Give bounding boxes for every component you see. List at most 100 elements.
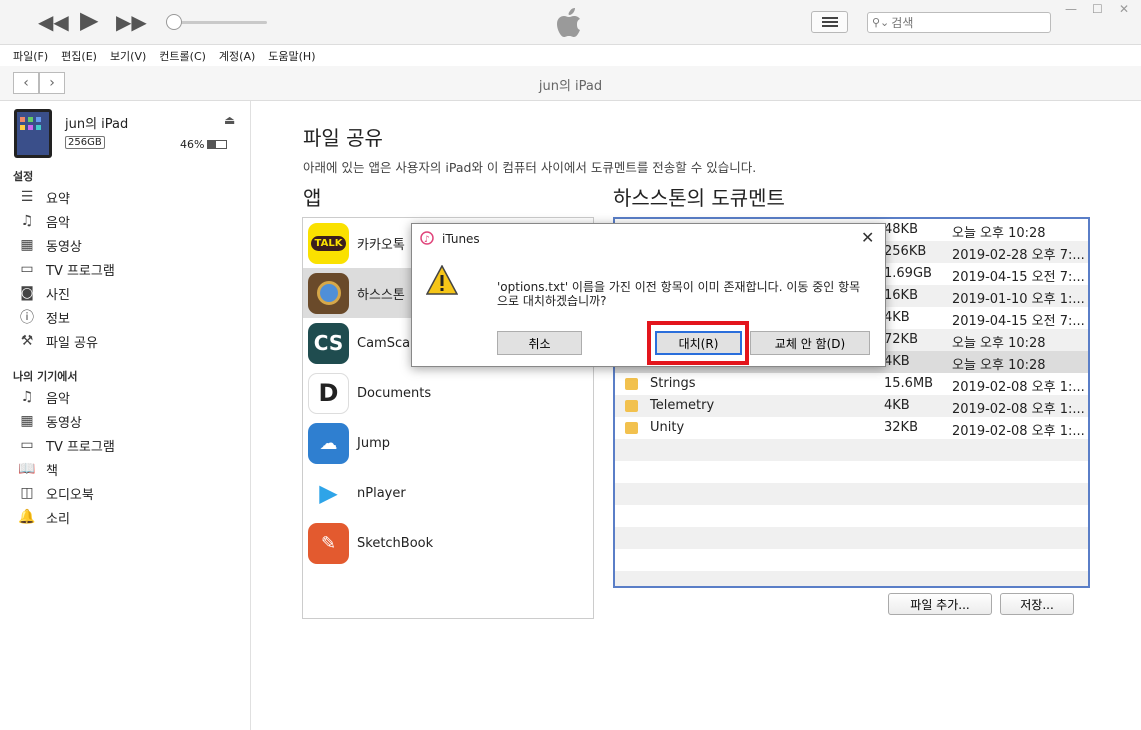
empty-row xyxy=(615,527,1088,549)
summary-icon: ☰ xyxy=(20,189,34,205)
document-size: 32KB xyxy=(884,420,918,435)
document-date: 오늘 오후 10:28 xyxy=(952,226,1046,241)
search-icon: ⚲⌄ xyxy=(872,16,890,29)
empty-row xyxy=(615,483,1088,505)
highlight-box xyxy=(647,321,749,365)
document-size: 48KB xyxy=(884,222,918,237)
menu-account[interactable]: 계정(A) xyxy=(219,48,255,64)
page-description: 아래에 있는 앱은 사용자의 iPad와 이 컴퓨터 사이에서 도큐멘트를 전송… xyxy=(303,160,757,175)
sidebar-item-summary[interactable]: ☰ 요약 xyxy=(18,186,70,208)
document-date: 2019-02-08 오후 1:... xyxy=(952,402,1085,417)
tv-icon: ▭ xyxy=(20,261,34,277)
sidebar-item-file-sharing[interactable]: ⚒ 파일 공유 xyxy=(18,330,98,352)
search-field[interactable]: ⚲⌄ xyxy=(867,12,1051,33)
folder-icon xyxy=(625,378,638,390)
sidebar-item-label: 동영상 xyxy=(46,239,82,255)
play-icon[interactable]: ▶ xyxy=(80,8,98,32)
document-date: 2019-04-15 오전 7:... xyxy=(952,270,1085,285)
sketchbook-icon: ✎ xyxy=(308,522,349,564)
document-date: 2019-02-08 오후 1:... xyxy=(952,424,1085,439)
info-icon: ⓘ xyxy=(20,310,34,326)
menu-edit[interactable]: 편집(E) xyxy=(61,48,97,64)
volume-slider-knob[interactable] xyxy=(166,14,182,30)
menu-view[interactable]: 보기(V) xyxy=(110,48,146,64)
sidebar-item-device-books[interactable]: 📖 책 xyxy=(18,458,58,480)
sidebar-item-label: 소리 xyxy=(46,511,70,527)
music-note-icon: ♫ xyxy=(20,389,34,405)
app-name: Documents xyxy=(357,385,432,401)
sidebar-item-device-movies[interactable]: ▦ 동영상 xyxy=(18,410,82,432)
save-button[interactable]: 저장... xyxy=(1000,593,1074,615)
camscanner-icon: CS xyxy=(308,322,349,364)
app-name: Jump xyxy=(357,435,390,451)
device-capacity-badge: 256GB xyxy=(65,136,105,149)
sidebar-item-label: 오디오북 xyxy=(46,487,94,503)
close-icon[interactable]: ✕ xyxy=(861,228,874,247)
sidebar-item-device-tones[interactable]: 🔔 소리 xyxy=(18,506,70,528)
minimize-icon[interactable]: — xyxy=(1065,2,1077,16)
cancel-button[interactable]: 취소 xyxy=(497,331,582,355)
warning-icon xyxy=(426,265,458,295)
document-size: 4KB xyxy=(884,398,910,413)
sidebar-item-label: 동영상 xyxy=(46,415,82,431)
document-name: Unity xyxy=(650,420,685,435)
volume-slider[interactable] xyxy=(174,21,267,24)
device-name: jun의 iPad xyxy=(65,117,129,132)
dont-replace-button[interactable]: 교체 안 함(D) xyxy=(750,331,870,355)
document-size: 4KB xyxy=(884,310,910,325)
documents-header: 하스스톤의 도큐멘트 xyxy=(613,186,785,210)
eject-icon[interactable]: ⏏ xyxy=(224,113,235,127)
document-date: 2019-01-10 오후 1:... xyxy=(952,292,1085,307)
file-sharing-icon: ⚒ xyxy=(20,333,34,349)
sidebar-item-tv[interactable]: ▭ TV 프로그램 xyxy=(18,258,115,280)
menu-controls[interactable]: 컨트롤(C) xyxy=(159,48,206,64)
sidebar-item-music[interactable]: ♫ 음악 xyxy=(18,210,70,232)
book-icon: 📖 xyxy=(18,461,36,477)
close-window-icon[interactable]: ✕ xyxy=(1119,2,1129,16)
document-size: 256KB xyxy=(884,244,927,259)
music-note-icon: ♫ xyxy=(20,213,34,229)
maximize-icon[interactable]: ☐ xyxy=(1092,2,1103,16)
sidebar-item-label: TV 프로그램 xyxy=(46,263,115,279)
navigation-bar: ‹ › jun의 iPad xyxy=(0,66,1141,101)
sidebar-item-photos[interactable]: ◙ 사진 xyxy=(18,282,70,304)
add-file-button[interactable]: 파일 추가... xyxy=(888,593,992,615)
sidebar-item-device-music[interactable]: ♫ 음악 xyxy=(18,386,70,408)
menu-bar: 파일(F) 편집(E) 보기(V) 컨트롤(C) 계정(A) 도움말(H) xyxy=(0,45,1141,66)
list-view-button[interactable] xyxy=(811,11,848,33)
fast-forward-icon[interactable]: ▶▶ xyxy=(116,10,147,34)
document-row[interactable]: Strings 15.6MB 2019-02-08 오후 1:... xyxy=(615,373,1088,395)
sidebar-item-label: TV 프로그램 xyxy=(46,439,115,455)
app-name: 하스스톤 xyxy=(357,287,405,303)
rewind-icon[interactable]: ◀◀ xyxy=(38,10,69,34)
menu-file[interactable]: 파일(F) xyxy=(13,48,48,64)
document-row[interactable]: Telemetry 4KB 2019-02-08 오후 1:... xyxy=(615,395,1088,417)
sidebar-item-device-tv[interactable]: ▭ TV 프로그램 xyxy=(18,434,115,456)
list-icon xyxy=(821,17,838,27)
app-row-jump[interactable]: ☁ Jump xyxy=(303,418,593,468)
sidebar-item-info[interactable]: ⓘ 정보 xyxy=(18,306,70,328)
sidebar-item-label: 음악 xyxy=(46,391,70,407)
jump-icon: ☁ xyxy=(308,422,349,464)
sidebar-item-label: 파일 공유 xyxy=(46,335,98,351)
menu-help[interactable]: 도움말(H) xyxy=(268,48,315,64)
sidebar-item-label: 정보 xyxy=(46,311,70,327)
document-date: 오늘 오후 10:28 xyxy=(952,358,1046,373)
sidebar-item-device-audiobooks[interactable]: ◫ 오디오북 xyxy=(18,482,94,504)
dialog-title: iTunes xyxy=(442,232,480,246)
sidebar-item-label: 요약 xyxy=(46,191,70,207)
apple-logo-icon xyxy=(557,8,580,37)
app-row-sketchbook[interactable]: ✎ SketchBook xyxy=(303,518,593,568)
app-row-nplayer[interactable]: ▶ nPlayer xyxy=(303,468,593,518)
sidebar-item-movies[interactable]: ▦ 동영상 xyxy=(18,234,82,256)
ipad-device-icon xyxy=(14,109,52,158)
document-date: 오늘 오후 10:28 xyxy=(952,336,1046,351)
itunes-icon: ♪ xyxy=(420,231,434,245)
on-device-header: 나의 기기에서 xyxy=(13,370,78,383)
page-title: 파일 공유 xyxy=(303,126,383,150)
document-row[interactable]: Unity 32KB 2019-02-08 오후 1:... xyxy=(615,417,1088,439)
search-input[interactable] xyxy=(891,15,1042,30)
app-row-documents[interactable]: D Documents xyxy=(303,368,593,418)
hearthstone-icon xyxy=(308,272,349,314)
app-name: SketchBook xyxy=(357,535,434,551)
